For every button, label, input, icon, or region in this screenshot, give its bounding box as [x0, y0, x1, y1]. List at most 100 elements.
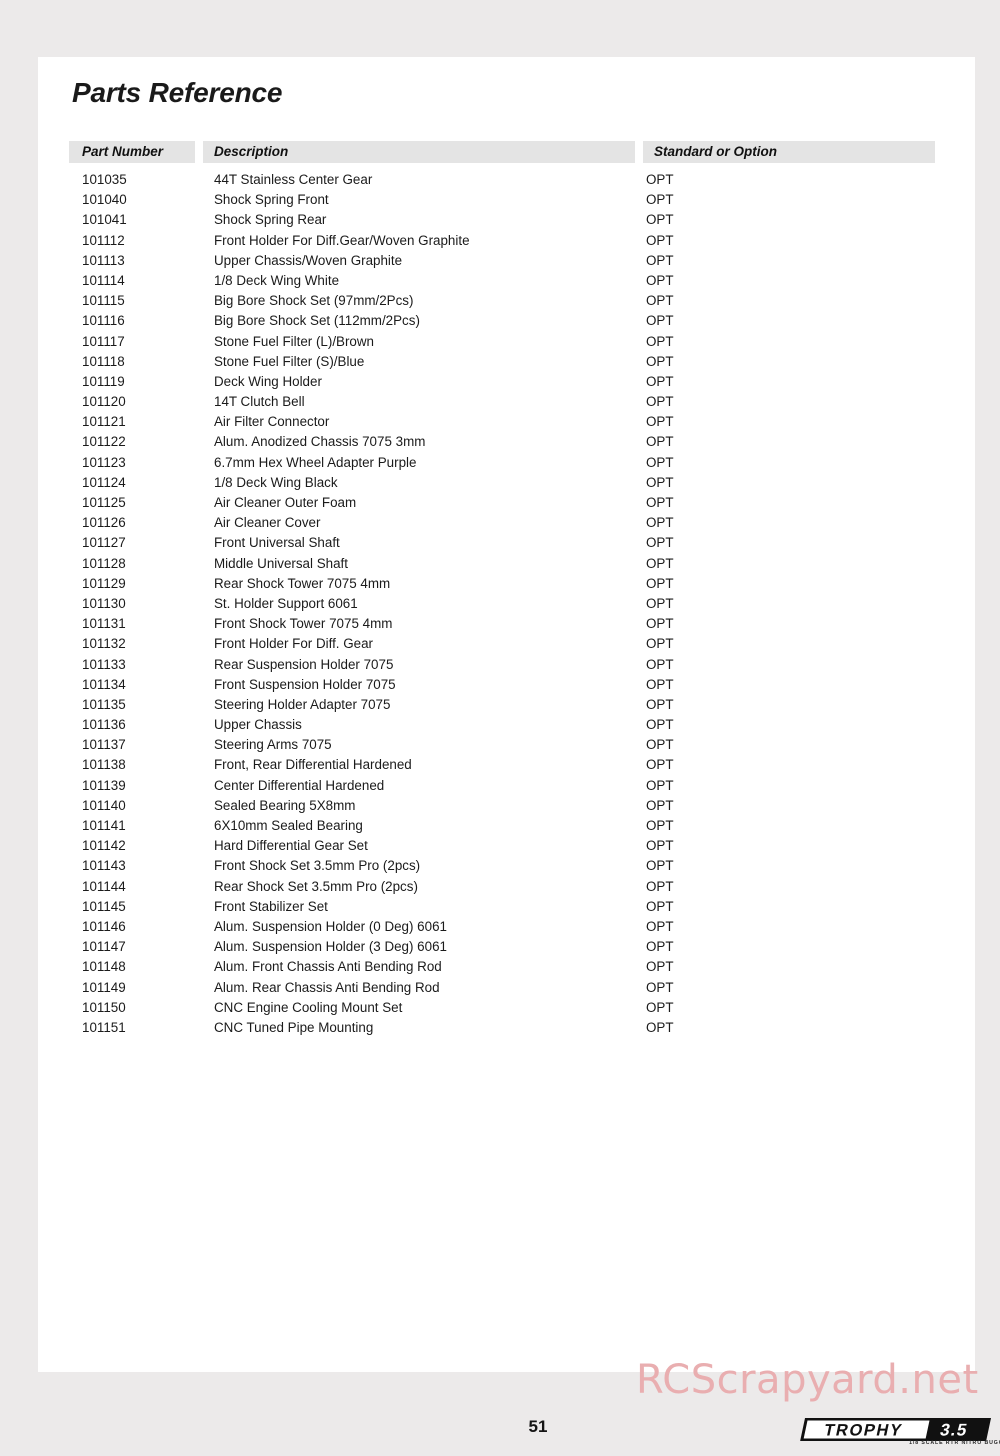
cell-standard-or-option: OPT — [646, 918, 674, 934]
cell-part-number: 101142 — [82, 838, 126, 854]
cell-part-number: 101040 — [82, 192, 127, 208]
cell-description: Alum. Suspension Holder (0 Deg) 6061 — [214, 918, 447, 934]
cell-description: Stone Fuel Filter (L)/Brown — [214, 333, 375, 349]
cell-standard-or-option: OPT — [646, 192, 674, 208]
cell-description: Steering Arms 7075 — [214, 737, 332, 753]
table-row: 101127 Front Universal Shaft OPT — [69, 535, 935, 555]
cell-description: CNC Engine Cooling Mount Set — [214, 999, 403, 1015]
cell-standard-or-option: OPT — [646, 777, 674, 793]
cell-standard-or-option: OPT — [646, 717, 674, 733]
cell-part-number: 101118 — [82, 353, 125, 369]
table-row: 101145 Front Stabilizer Set OPT — [69, 899, 935, 919]
cell-part-number: 101129 — [82, 575, 126, 591]
cell-part-number: 101143 — [82, 858, 126, 874]
cell-part-number: 101131 — [82, 616, 126, 632]
table-row: 101144 Rear Shock Set 3.5mm Pro (2pcs) OPT — [69, 879, 935, 899]
cell-part-number: 101140 — [82, 797, 126, 813]
table-body: 101035 44T Stainless Center Gear OPT 101040… — [69, 172, 935, 1040]
cell-part-number: 101145 — [82, 898, 126, 914]
cell-standard-or-option: OPT — [646, 172, 674, 187]
cell-standard-or-option: OPT — [646, 313, 674, 329]
cell-description: Rear Shock Tower 7075 4mm — [214, 575, 391, 591]
cell-part-number: 101138 — [82, 757, 126, 773]
cell-part-number: 101119 — [82, 373, 125, 389]
cell-part-number: 101136 — [82, 717, 126, 733]
cell-standard-or-option: OPT — [646, 939, 674, 955]
cell-description: 14T Clutch Bell — [214, 394, 305, 410]
cell-part-number: 101146 — [82, 918, 126, 934]
cell-description: Big Bore Shock Set (97mm/2Pcs) — [214, 293, 414, 309]
cell-description: 6X10mm Sealed Bearing — [214, 818, 363, 833]
cell-part-number: 101123 — [82, 454, 126, 470]
cell-part-number: 101130 — [82, 595, 126, 611]
cell-part-number: 101035 — [82, 172, 127, 187]
brand-name-part1: TROPHY — [822, 1421, 904, 1440]
cell-description: Center Differential Hardened — [214, 777, 385, 793]
page-title: Parts Reference — [72, 77, 283, 108]
cell-standard-or-option: OPT — [646, 575, 674, 591]
cell-standard-or-option: OPT — [646, 858, 674, 874]
cell-standard-or-option: OPT — [646, 979, 674, 995]
cell-part-number: 101114 — [82, 272, 125, 288]
cell-description: Shock Spring Front — [214, 192, 329, 208]
cell-description: 44T Stainless Center Gear — [214, 172, 373, 187]
cell-standard-or-option: OPT — [646, 898, 674, 914]
table-row: 101120 14T Clutch Bell OPT — [69, 394, 935, 414]
cell-standard-or-option: OPT — [646, 595, 674, 611]
cell-part-number: 101124 — [82, 474, 126, 490]
cell-description: Front Holder For Diff.Gear/Woven Graphit… — [214, 232, 470, 248]
table-row: 101119 Deck Wing Holder OPT — [69, 374, 935, 394]
cell-standard-or-option: OPT — [646, 797, 674, 813]
brand-name-part2: 3.5 — [938, 1420, 969, 1440]
table-row: 101134 Front Suspension Holder 7075 OPT — [69, 677, 935, 697]
table-row: 101041 Shock Spring Rear OPT — [69, 212, 935, 232]
table-row: 101126 Air Cleaner Cover OPT — [69, 515, 935, 535]
table-row: 101133 Rear Suspension Holder 7075 OPT — [69, 657, 935, 677]
cell-part-number: 101116 — [82, 313, 125, 329]
cell-description: Front Universal Shaft — [214, 535, 340, 551]
cell-description: Upper Chassis/Woven Graphite — [214, 252, 403, 268]
cell-description: 1/8 Deck Wing White — [214, 272, 340, 288]
cell-standard-or-option: OPT — [646, 212, 674, 228]
cell-description: 1/8 Deck Wing Black — [214, 474, 338, 490]
cell-part-number: 101127 — [82, 535, 126, 551]
cell-standard-or-option: OPT — [646, 293, 674, 309]
column-header-standard-or-option: Standard or Option — [643, 141, 935, 163]
cell-description: Front, Rear Differential Hardened — [214, 757, 412, 773]
table-row: 101131 Front Shock Tower 7075 4mm OPT — [69, 616, 935, 636]
cell-part-number: 101128 — [82, 555, 126, 571]
table-header-row: Part Number Description Standard or Opti… — [69, 141, 935, 163]
cell-description: Middle Universal Shaft — [214, 555, 348, 571]
cell-description: Steering Holder Adapter 7075 — [214, 696, 391, 712]
cell-standard-or-option: OPT — [646, 818, 674, 833]
table-row: 101122 Alum. Anodized Chassis 7075 3mm OPT — [69, 434, 935, 454]
cell-part-number: 101150 — [82, 999, 126, 1015]
cell-description: CNC Tuned Pipe Mounting — [214, 1019, 374, 1035]
cell-part-number: 101135 — [82, 696, 126, 712]
cell-standard-or-option: OPT — [646, 474, 674, 490]
cell-standard-or-option: OPT — [646, 757, 674, 773]
cell-standard-or-option: OPT — [646, 252, 674, 268]
cell-description: Alum. Suspension Holder (3 Deg) 6061 — [214, 939, 447, 955]
cell-standard-or-option: OPT — [646, 515, 674, 531]
document-page: Parts Reference Part Number Description … — [38, 57, 1000, 1446]
cell-description: Hard Differential Gear Set — [214, 838, 368, 854]
table-row: 101040 Shock Spring Front OPT — [69, 192, 935, 212]
column-header-part-number: Part Number — [69, 141, 195, 163]
cell-part-number: 101148 — [82, 959, 126, 975]
cell-description: Shock Spring Rear — [214, 212, 327, 228]
table-row: 101121 Air Filter Connector OPT — [69, 414, 935, 434]
cell-part-number: 101149 — [82, 979, 126, 995]
table-row: 101125 Air Cleaner Outer Foam OPT — [69, 495, 935, 515]
cell-description: Deck Wing Holder — [214, 373, 322, 389]
table-row: 101132 Front Holder For Diff. Gear OPT — [69, 636, 935, 656]
cell-standard-or-option: OPT — [646, 656, 674, 672]
cell-description: Alum. Anodized Chassis 7075 3mm — [214, 434, 426, 450]
cell-standard-or-option: OPT — [646, 353, 674, 369]
cell-description: Air Cleaner Outer Foam — [214, 495, 357, 510]
table-row: 101113 Upper Chassis/Woven Graphite OPT — [69, 253, 935, 273]
cell-standard-or-option: OPT — [646, 434, 674, 450]
cell-part-number: 101115 — [82, 293, 125, 309]
header-divider — [195, 141, 203, 163]
cell-standard-or-option: OPT — [646, 696, 674, 712]
